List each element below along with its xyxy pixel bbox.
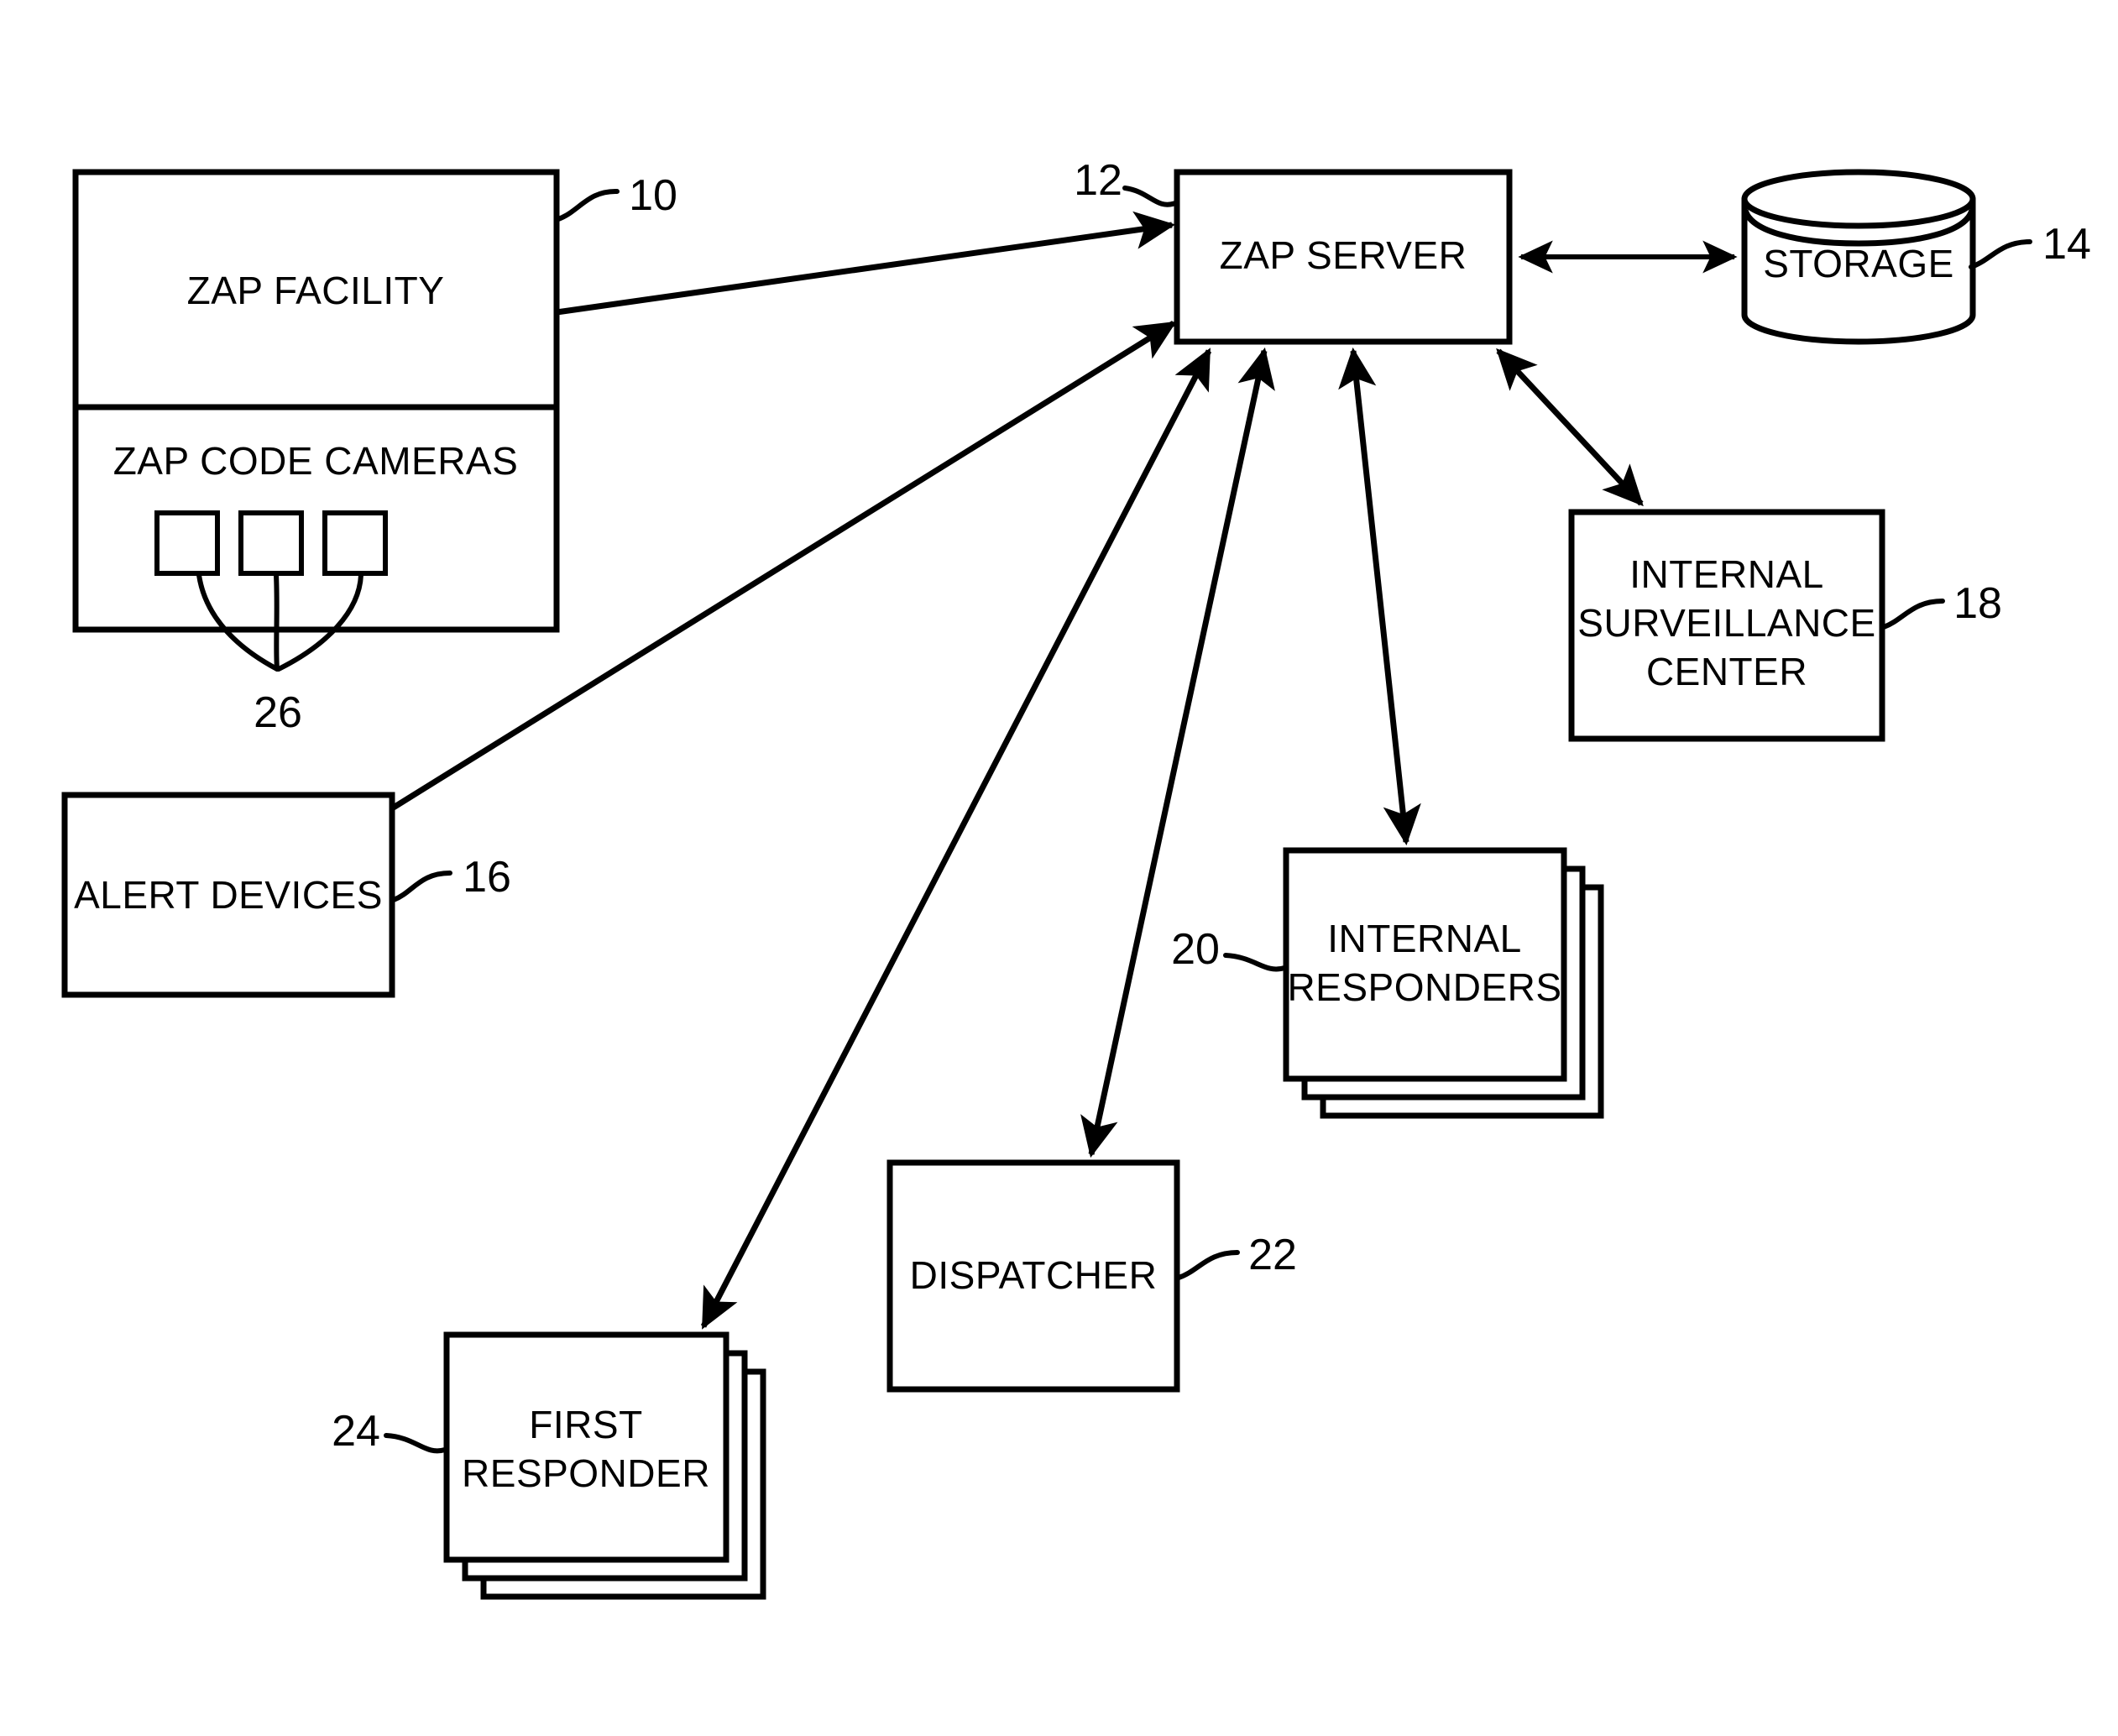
isc-label-line2: SURVEILLANCE (1577, 601, 1875, 645)
ref-number-10: 10 (629, 171, 677, 220)
first-responder-stack-front[interactable] (443, 1331, 730, 1563)
zap-server-label: ZAP SERVER (1220, 233, 1467, 277)
node-first-responder[interactable]: FIRST RESPONDER (443, 1331, 766, 1600)
ref-number-18: 18 (1953, 579, 2002, 628)
camera-box-3[interactable] (322, 510, 388, 576)
connector-server-to-internal-responders (1338, 347, 1421, 846)
camera-group[interactable] (154, 510, 388, 576)
node-storage[interactable]: STORAGE (1741, 169, 1976, 345)
ref-number-26: 26 (254, 688, 302, 737)
ref-leader-16 (391, 871, 452, 902)
ref-number-20: 20 (1171, 925, 1220, 974)
zap-facility-label: ZAP FACILITY (187, 269, 445, 312)
node-internal-surveillance-center[interactable]: INTERNAL SURVEILLANCE CENTER (1568, 509, 1885, 742)
ref-number-22: 22 (1248, 1231, 1297, 1279)
alert-devices-label: ALERT DEVICES (74, 873, 383, 917)
ref-leader-24 (384, 1433, 447, 1454)
internal-responders-stack-front[interactable] (1283, 847, 1567, 1082)
node-zap-facility[interactable]: ZAP FACILITY ZAP CODE CAMERAS (72, 169, 560, 633)
isc-label-line1: INTERNAL (1629, 552, 1823, 596)
camera-box-2[interactable] (238, 510, 304, 576)
isc-label-line3: CENTER (1646, 650, 1807, 693)
first-responder-label-line1: FIRST (529, 1403, 642, 1446)
ref-leader-14 (1969, 239, 2032, 269)
connector-facility-to-server (556, 211, 1176, 316)
connector-server-to-dispatcher (1080, 347, 1275, 1158)
ref-leader-12 (1122, 186, 1178, 207)
zap-code-cameras-label: ZAP CODE CAMERAS (113, 439, 519, 483)
node-dispatcher[interactable]: DISPATCHER (886, 1159, 1180, 1393)
ref-leader-10 (556, 188, 620, 222)
ref-number-14: 14 (2042, 220, 2091, 269)
connector-server-to-surveillance-center (1496, 348, 1644, 507)
internal-responders-label-line1: INTERNAL (1327, 917, 1521, 960)
patent-figure: ZAP FACILITY ZAP CODE CAMERAS 26 10 ALER… (0, 0, 2118, 1736)
ref-leader-18 (1881, 599, 1945, 630)
node-alert-devices[interactable]: ALERT DEVICES (61, 792, 395, 998)
internal-responders-label-line2: RESPONDERS (1287, 965, 1561, 1009)
ref-number-24: 24 (332, 1407, 380, 1456)
camera-box-1[interactable] (154, 510, 220, 576)
node-internal-responders[interactable]: INTERNAL RESPONDERS (1283, 847, 1604, 1119)
ref-leader-22 (1176, 1250, 1240, 1280)
first-responder-label-line2: RESPONDER (462, 1451, 710, 1495)
diagram-canvas: ZAP FACILITY ZAP CODE CAMERAS 26 10 ALER… (61, 156, 2091, 1600)
ref-leader-20 (1223, 953, 1287, 972)
dispatcher-label: DISPATCHER (910, 1253, 1158, 1297)
ref-number-16: 16 (463, 853, 511, 902)
ref-number-12: 12 (1074, 156, 1122, 205)
node-zap-server[interactable]: ZAP SERVER (1174, 169, 1513, 345)
storage-label: STORAGE (1763, 242, 1954, 285)
